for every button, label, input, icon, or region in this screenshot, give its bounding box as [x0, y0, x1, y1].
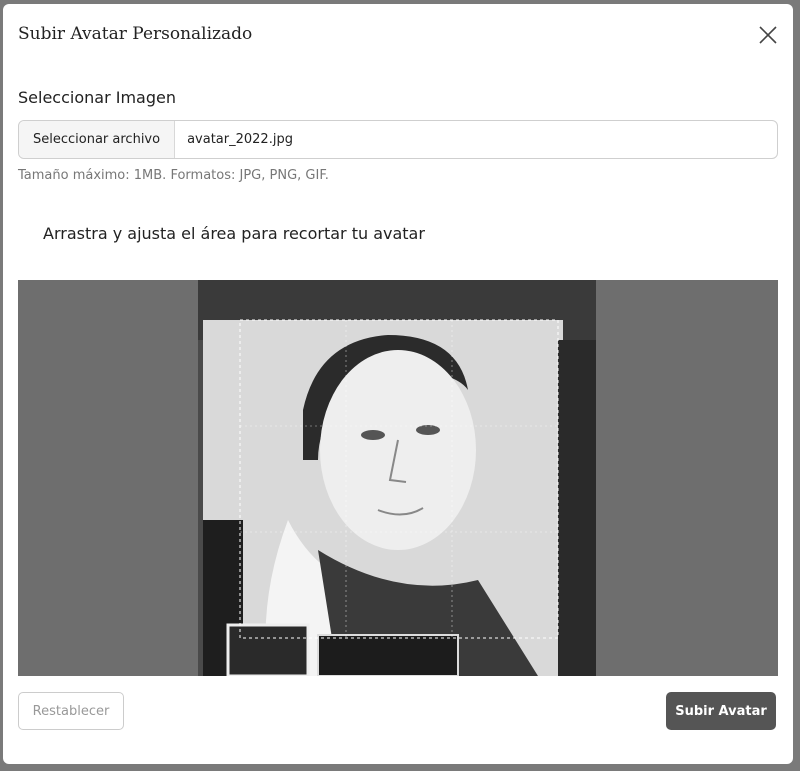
- upload-avatar-modal: Subir Avatar Personalizado Seleccionar I…: [3, 4, 793, 764]
- choose-file-button[interactable]: Seleccionar archivo: [19, 121, 176, 158]
- file-input[interactable]: Seleccionar archivo avatar_2022.jpg: [18, 120, 778, 159]
- cropper-canvas: [18, 280, 778, 676]
- modal-header: Subir Avatar Personalizado: [3, 4, 793, 66]
- upload-avatar-button[interactable]: Subir Avatar: [666, 692, 776, 730]
- file-help-text: Tamaño máximo: 1MB. Formatos: JPG, PNG, …: [18, 168, 329, 183]
- avatar-photo: [198, 280, 596, 676]
- crop-instruction: Arrastra y ajusta el área para recortar …: [43, 224, 425, 243]
- file-field-label: Seleccionar Imagen: [18, 88, 176, 107]
- selected-file-name: avatar_2022.jpg: [187, 132, 293, 147]
- close-icon: [759, 26, 777, 44]
- modal-title: Subir Avatar Personalizado: [18, 24, 253, 44]
- reset-button[interactable]: Restablecer: [18, 692, 124, 730]
- close-button[interactable]: [753, 20, 783, 50]
- image-cropper[interactable]: [18, 280, 778, 676]
